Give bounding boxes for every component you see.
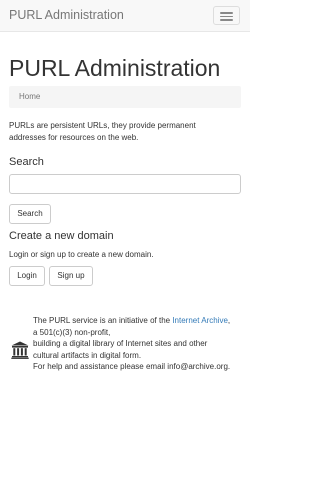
create-domain-heading: Create a new domain	[9, 230, 114, 242]
menu-toggle-button[interactable]	[213, 6, 240, 25]
login-note: Login or sign up to create a new domain.	[9, 250, 154, 259]
breadcrumb-item-home: Home	[19, 92, 41, 101]
hamburger-menu-icon-bar	[220, 19, 233, 21]
footer-text-intro: The PURL service is an initiative of the	[33, 316, 173, 325]
signup-button[interactable]: Sign up	[49, 266, 93, 286]
footer-text: The PURL service is an initiative of the…	[33, 315, 233, 373]
top-navbar: PURL Administration	[0, 0, 250, 32]
footer-text-contact: For help and assistance please email inf…	[33, 362, 231, 371]
institution-icon	[11, 341, 29, 359]
search-button[interactable]: Search	[9, 204, 51, 224]
hamburger-menu-icon-bar	[220, 15, 233, 17]
search-heading: Search	[9, 156, 44, 168]
navbar-brand[interactable]: PURL Administration	[9, 8, 124, 22]
login-button[interactable]: Login	[9, 266, 45, 286]
hamburger-menu-icon	[220, 12, 233, 14]
intro-text: PURLs are persistent URLs, they provide …	[9, 121, 196, 142]
footer-text-mission: building a digital library of Internet s…	[33, 339, 208, 360]
breadcrumb: Home	[9, 86, 241, 108]
search-input[interactable]	[9, 174, 241, 194]
internet-archive-link[interactable]: Internet Archive	[172, 316, 228, 325]
page-title: PURL Administration	[9, 55, 221, 81]
